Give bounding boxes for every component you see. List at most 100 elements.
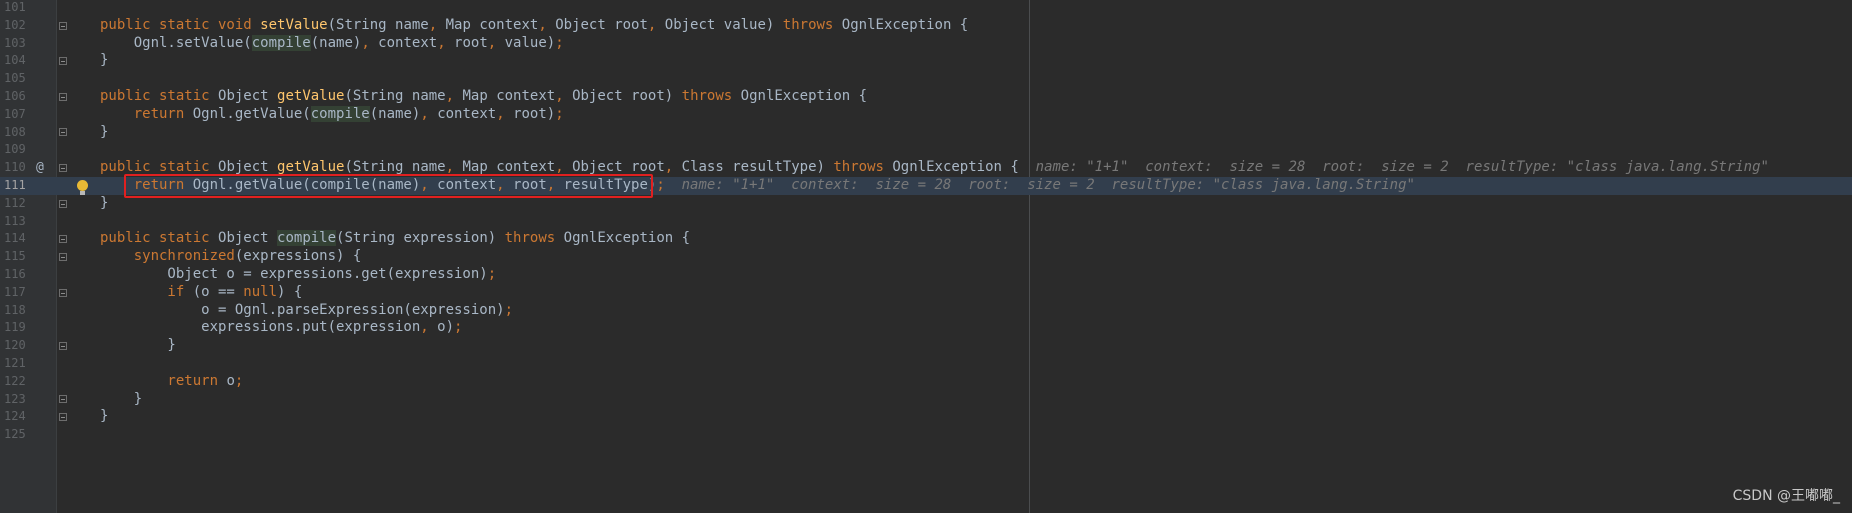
code-line[interactable]: 117 if (o == null) {: [0, 284, 1852, 302]
line-number[interactable]: 115: [4, 248, 30, 266]
line-number[interactable]: 111: [4, 177, 30, 195]
code-token: ,: [428, 16, 446, 33]
code-token: setValue: [260, 16, 328, 33]
code-text: return Ognl.getValue(compile(name), cont…: [100, 105, 564, 124]
code-editor[interactable]: 101 102 public static void setValue(String…: [0, 0, 1852, 513]
fold-toggle-icon[interactable]: [59, 164, 67, 173]
fold-toggle-icon[interactable]: [59, 57, 67, 66]
code-line[interactable]: 105: [0, 70, 1852, 88]
code-token: }: [100, 408, 109, 425]
line-number[interactable]: 122: [4, 373, 30, 391]
line-number[interactable]: 117: [4, 284, 30, 302]
code-line[interactable]: 109: [0, 141, 1852, 159]
code-token: Object o = expressions.get(expression): [100, 266, 488, 282]
code-token: throws: [833, 159, 893, 176]
code-token: ,: [555, 88, 573, 104]
code-token: ,: [664, 159, 682, 176]
code-line[interactable]: 102 public static void setValue(String na…: [0, 17, 1852, 35]
intention-lightbulb-icon[interactable]: [77, 180, 88, 195]
line-number[interactable]: 106: [4, 88, 30, 106]
fold-toggle-icon[interactable]: [59, 253, 67, 262]
code-token: public static void: [100, 16, 261, 33]
code-line[interactable]: 120 }: [0, 337, 1852, 355]
code-line[interactable]: 118 o = Ognl.parseExpression(expression)…: [0, 302, 1852, 320]
fold-toggle-icon[interactable]: [59, 413, 67, 422]
code-text: }: [100, 195, 108, 213]
code-token: ,: [487, 34, 505, 51]
line-number[interactable]: 104: [4, 52, 30, 70]
line-number[interactable]: 125: [4, 426, 30, 444]
code-line[interactable]: 125: [0, 426, 1852, 444]
code-line[interactable]: 103 Ognl.setValue(compile(name), context…: [0, 34, 1852, 53]
code-token: getValue: [277, 159, 345, 176]
fold-toggle-icon[interactable]: [59, 92, 67, 101]
line-number[interactable]: 124: [4, 408, 30, 426]
code-token: public static: [100, 230, 219, 247]
code-token: o: [226, 372, 235, 389]
override-marker-icon[interactable]: @: [36, 159, 44, 177]
code-text: }: [100, 52, 108, 70]
line-number[interactable]: 105: [4, 70, 30, 88]
annotation-highlight-box: [124, 174, 653, 198]
code-line[interactable]: 121: [0, 355, 1852, 373]
code-line[interactable]: 114 public static Object compile(String e…: [0, 230, 1852, 248]
code-token: ,: [538, 16, 556, 33]
code-line[interactable]: 116 Object o = expressions.get(expressio…: [0, 266, 1852, 284]
code-token: Object: [218, 159, 278, 176]
code-token: o = Ognl.parseExpression(expression): [100, 301, 505, 318]
code-line[interactable]: 123 }: [0, 391, 1852, 409]
line-number[interactable]: 103: [4, 35, 30, 53]
code-line[interactable]: 122 return o;: [0, 373, 1852, 391]
fold-toggle-icon[interactable]: [59, 288, 67, 297]
fold-toggle-icon[interactable]: [59, 342, 67, 351]
code-text: Ognl.setValue(compile(name), context, ro…: [100, 34, 564, 53]
debug-inline-value: name: "1+1" context: size = 28 root: siz…: [664, 177, 1415, 193]
code-token: }: [100, 337, 176, 354]
line-number[interactable]: 109: [4, 141, 30, 159]
code-line[interactable]: 108}: [0, 124, 1852, 142]
code-line[interactable]: 101: [0, 0, 1852, 17]
line-number[interactable]: 118: [4, 302, 30, 320]
code-line[interactable]: 113: [0, 213, 1852, 231]
code-text: }: [100, 408, 108, 426]
fold-toggle-icon[interactable]: [59, 199, 67, 208]
code-token: ,: [647, 16, 665, 33]
line-number[interactable]: 116: [4, 266, 30, 284]
code-token: getValue: [277, 88, 345, 104]
code-token: ;: [656, 177, 665, 193]
code-line[interactable]: 124}: [0, 408, 1852, 426]
code-token: compile: [277, 230, 337, 247]
line-number[interactable]: 120: [4, 337, 30, 355]
line-number[interactable]: 113: [4, 213, 30, 231]
code-line[interactable]: 106 public static Object getValue(String …: [0, 88, 1852, 106]
line-number[interactable]: 102: [4, 17, 30, 35]
code-line[interactable]: 107 return Ognl.getValue(compile(name), …: [0, 105, 1852, 124]
code-token: Object: [218, 88, 278, 104]
line-number[interactable]: 108: [4, 124, 30, 142]
fold-toggle-icon[interactable]: [59, 395, 67, 404]
code-text: }: [100, 391, 142, 409]
line-number[interactable]: 119: [4, 319, 30, 337]
code-token: ;: [454, 319, 463, 336]
fold-toggle-icon[interactable]: [59, 128, 67, 137]
code-token: ;: [555, 105, 564, 122]
line-number[interactable]: 107: [4, 106, 30, 124]
code-token: (expressions) {: [234, 248, 362, 265]
code-line[interactable]: 119 expressions.put(expression, o);: [0, 319, 1852, 337]
line-number[interactable]: 112: [4, 195, 30, 213]
line-number[interactable]: 110: [4, 159, 30, 177]
code-token: return: [100, 105, 193, 122]
code-token: root): [513, 105, 556, 122]
code-text: return o;: [100, 373, 243, 391]
line-number[interactable]: 101: [4, 0, 30, 17]
line-number[interactable]: 121: [4, 355, 30, 373]
fold-toggle-icon[interactable]: [59, 21, 67, 30]
line-number[interactable]: 114: [4, 230, 30, 248]
code-token: Object root): [572, 88, 682, 104]
code-line[interactable]: 115 synchronized(expressions) {: [0, 248, 1852, 266]
code-line[interactable]: 104}: [0, 52, 1852, 70]
line-number[interactable]: 123: [4, 391, 30, 409]
code-token: OgnlException {: [892, 159, 1028, 176]
code-token: ;: [504, 301, 514, 318]
fold-toggle-icon[interactable]: [59, 235, 67, 244]
